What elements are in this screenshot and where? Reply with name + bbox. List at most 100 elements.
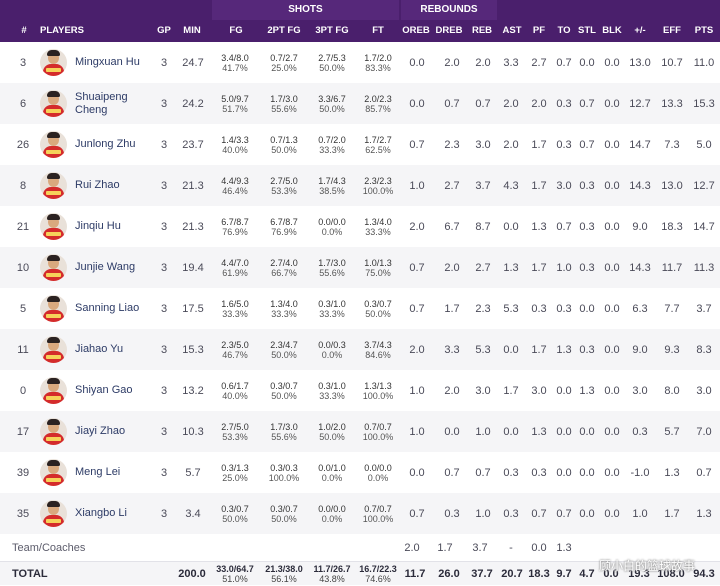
player-row[interactable]: 5 3 17.5 0.7 1.7 2.3 5.3 0.3 0.3 0.0 0.0 6.3 7.7 3.7 S… bbox=[0, 288, 720, 329]
player-blk: 0.0 bbox=[604, 425, 620, 438]
player-ast: 0.0 bbox=[503, 220, 519, 233]
total-pf: 18.3 bbox=[528, 568, 550, 580]
player-avatar[interactable] bbox=[40, 459, 67, 486]
total-oreb: 11.7 bbox=[404, 568, 426, 580]
player-name-link[interactable]: Meng Lei bbox=[75, 452, 153, 493]
player-fg-made: 1.6/5.0 bbox=[221, 298, 249, 309]
player-row[interactable]: 21 3 21.3 2.0 6.7 8.7 0.0 1.3 0.7 0.3 0.0 9.0 18.3 14… bbox=[0, 206, 720, 247]
player-num: 8 bbox=[19, 179, 27, 192]
player-row[interactable]: 17 3 10.3 1.0 0.0 1.0 0.0 1.3 0.0 0.0 0.0 0.3 5.7 7.0… bbox=[0, 411, 720, 452]
player-name-link[interactable]: Shiyan Gao bbox=[75, 370, 153, 411]
player-ast: 0.0 bbox=[503, 425, 519, 438]
player-row[interactable]: 10 3 19.4 0.7 2.0 2.7 1.3 1.7 1.0 0.3 0.0 14.3 11.7 1… bbox=[0, 247, 720, 288]
player-row[interactable]: 0 3 13.2 1.0 2.0 3.0 1.7 3.0 0.0 1.3 0.0 3.0 8.0 3.0 S… bbox=[0, 370, 720, 411]
col-dreb[interactable]: DREB bbox=[433, 20, 465, 42]
player-dreb: 2.0 bbox=[444, 261, 460, 274]
player-avatar[interactable] bbox=[40, 90, 67, 117]
col-blk[interactable]: BLK bbox=[600, 20, 624, 42]
col-num[interactable]: # bbox=[10, 20, 38, 42]
player-avatar[interactable] bbox=[40, 254, 67, 281]
player-avatar[interactable] bbox=[40, 295, 67, 322]
team-oreb: 2.0 bbox=[404, 542, 420, 554]
player-fg2-made: 2.7/4.0 bbox=[270, 257, 298, 268]
player-name-link[interactable]: Sanning Liao bbox=[75, 288, 153, 329]
player-avatar[interactable] bbox=[40, 500, 67, 527]
col-2pt-fg[interactable]: 2PT FG bbox=[260, 20, 308, 42]
player-row[interactable]: 26 3 23.7 0.7 2.3 3.0 2.0 1.7 0.3 0.7 0.0 14.7 7.3 5.… bbox=[0, 124, 720, 165]
player-num: 21 bbox=[16, 220, 30, 233]
player-reb: 3.0 bbox=[475, 384, 491, 397]
player-avatar[interactable] bbox=[40, 377, 67, 404]
col-reb[interactable]: REB bbox=[467, 20, 497, 42]
player-fg2: 0.3/0.7 50.0% bbox=[260, 370, 308, 411]
player-oreb: 1.0 bbox=[409, 179, 425, 192]
player-fg2: 1.7/3.0 55.6% bbox=[260, 83, 308, 124]
col-stl[interactable]: STL bbox=[576, 20, 598, 42]
player-name-link[interactable]: Rui Zhao bbox=[75, 165, 153, 206]
player-name-link[interactable]: Junlong Zhu bbox=[75, 124, 153, 165]
col-eff[interactable]: EFF bbox=[656, 20, 688, 42]
player-ft: 1.0/1.3 75.0% bbox=[355, 247, 401, 288]
col-gp[interactable]: GP bbox=[153, 20, 175, 42]
total-fg3-pct: 43.8% bbox=[319, 574, 345, 584]
col-min[interactable]: MIN bbox=[178, 20, 206, 42]
player-pf: 1.3 bbox=[531, 425, 547, 438]
player-dreb: 2.7 bbox=[444, 179, 460, 192]
player-ast: 0.3 bbox=[503, 466, 519, 479]
col-3pt-fg[interactable]: 3PT FG bbox=[309, 20, 355, 42]
player-row[interactable]: 39 3 5.7 0.0 0.7 0.7 0.3 0.3 0.0 0.0 0.0 -1.0 1.3 0.7… bbox=[0, 452, 720, 493]
player-fg3: 0.0/1.0 0.0% bbox=[309, 452, 355, 493]
player-oreb: 0.0 bbox=[409, 56, 425, 69]
player-row[interactable]: 35 3 3.4 0.7 0.3 1.0 0.3 0.7 0.7 0.0 0.0 1.0 1.7 1.3 X… bbox=[0, 493, 720, 534]
col-ast[interactable]: AST bbox=[498, 20, 526, 42]
player-fg2-pct: 25.0% bbox=[271, 62, 297, 73]
player-fg: 1.4/3.3 40.0% bbox=[212, 124, 258, 165]
player-gp: 3 bbox=[160, 302, 168, 315]
player-fg3-made: 2.7/5.3 bbox=[318, 52, 346, 63]
player-ft-made: 0.3/0.7 bbox=[364, 298, 392, 309]
player-name-link[interactable]: Mingxuan Hu bbox=[75, 42, 153, 83]
col-plus-minus[interactable]: +/- bbox=[626, 20, 654, 42]
player-reb: 2.3 bbox=[475, 302, 491, 315]
player-pm: 13.0 bbox=[629, 56, 651, 69]
col-to[interactable]: TO bbox=[552, 20, 576, 42]
player-name-link[interactable]: Jiahao Yu bbox=[75, 329, 153, 370]
player-name-link[interactable]: Junjie Wang bbox=[75, 247, 153, 288]
player-oreb: 0.7 bbox=[409, 138, 425, 151]
col-players[interactable]: PLAYERS bbox=[40, 20, 100, 42]
player-fg3-made: 0.3/1.0 bbox=[318, 298, 346, 309]
col-pf[interactable]: PF bbox=[525, 20, 553, 42]
player-avatar[interactable] bbox=[40, 213, 67, 240]
player-fg-pct: 50.0% bbox=[222, 513, 248, 524]
player-pf: 3.0 bbox=[531, 384, 547, 397]
player-name-link[interactable]: Xiangbo Li bbox=[75, 493, 153, 534]
player-num: 5 bbox=[19, 302, 27, 315]
player-name-link[interactable]: Jinqiu Hu bbox=[75, 206, 153, 247]
player-row[interactable]: 6 3 24.2 0.0 0.7 0.7 2.0 2.0 0.3 0.7 0.0 12.7 13.3 15… bbox=[0, 83, 720, 124]
player-min: 3.4 bbox=[185, 507, 201, 520]
player-row[interactable]: 3 3 24.7 0.0 2.0 2.0 3.3 2.7 0.7 0.0 0.0 13.0 10.7 11… bbox=[0, 42, 720, 83]
player-avatar[interactable] bbox=[40, 418, 67, 445]
player-blk: 0.0 bbox=[604, 302, 620, 315]
col-fg[interactable]: FG bbox=[214, 20, 258, 42]
player-blk: 0.0 bbox=[604, 97, 620, 110]
player-ft-pct: 85.7% bbox=[365, 103, 391, 114]
player-name-link[interactable]: Jiayi Zhao bbox=[75, 411, 153, 452]
player-pm: 6.3 bbox=[632, 302, 648, 315]
player-avatar[interactable] bbox=[40, 49, 67, 76]
col-pts[interactable]: PTS bbox=[690, 20, 718, 42]
col-ft[interactable]: FT bbox=[355, 20, 401, 42]
player-to: 0.7 bbox=[556, 220, 572, 233]
player-name-link[interactable]: Shuaipeng Cheng bbox=[75, 83, 153, 124]
player-row[interactable]: 8 3 21.3 1.0 2.7 3.7 4.3 1.7 3.0 0.3 0.0 14.3 13.0 12… bbox=[0, 165, 720, 206]
total-fg: 33.0/64.7 51.0% bbox=[212, 562, 258, 586]
player-avatar[interactable] bbox=[40, 172, 67, 199]
player-pf: 0.7 bbox=[531, 507, 547, 520]
player-avatar[interactable] bbox=[40, 131, 67, 158]
player-avatar[interactable] bbox=[40, 336, 67, 363]
player-row[interactable]: 11 3 15.3 2.0 3.3 5.3 0.0 1.7 1.3 0.3 0.0 9.0 9.3 8.3… bbox=[0, 329, 720, 370]
player-ast: 3.3 bbox=[503, 56, 519, 69]
player-dreb: 1.7 bbox=[444, 302, 460, 315]
col-oreb[interactable]: OREB bbox=[401, 20, 431, 42]
player-fg-pct: 46.4% bbox=[222, 185, 248, 196]
